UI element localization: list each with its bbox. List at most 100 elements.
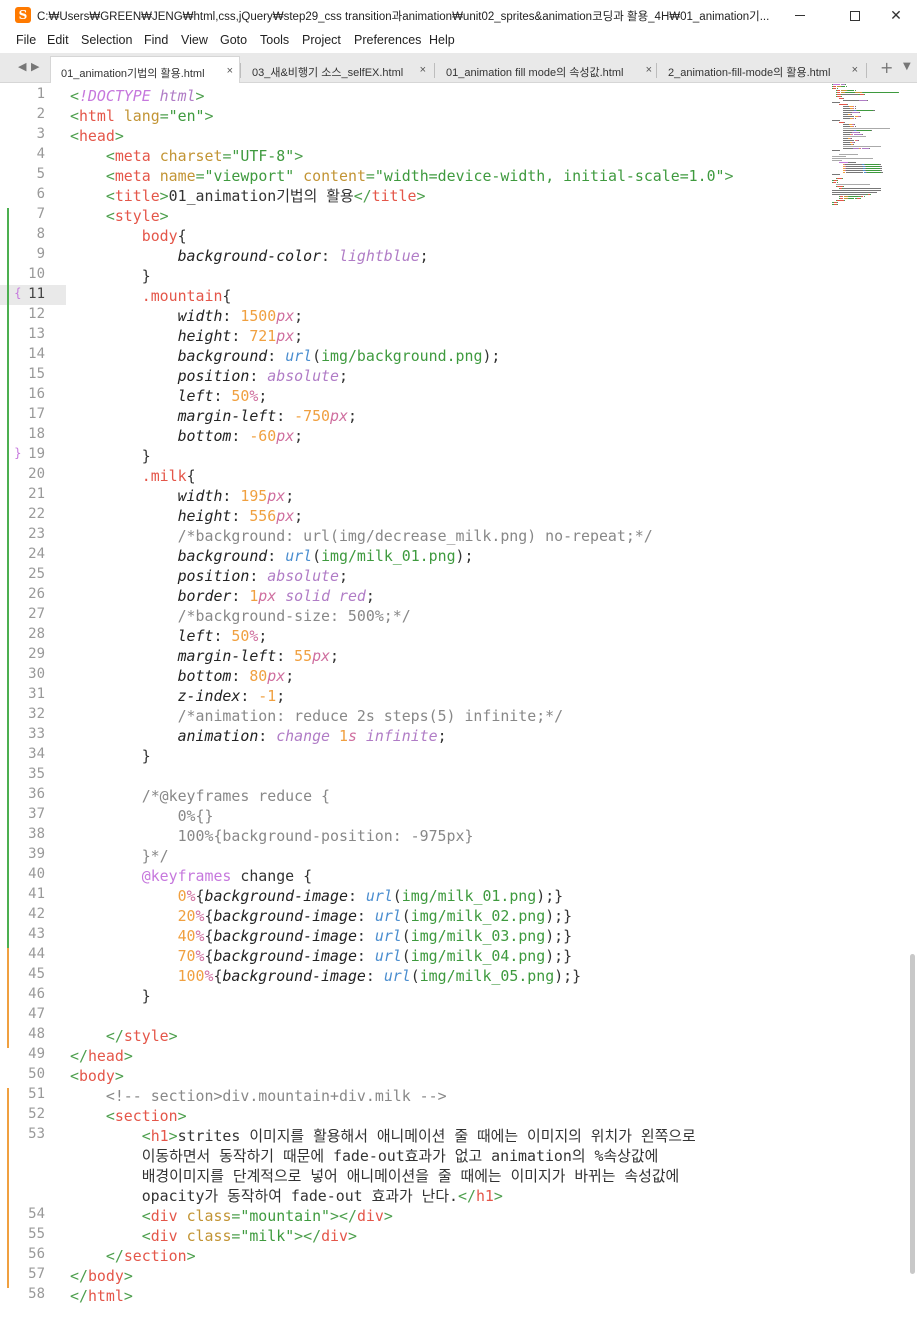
code-token: >: [416, 187, 426, 205]
code-token: position: [177, 367, 250, 385]
line-number: 17: [28, 406, 45, 422]
code-token: ;: [294, 307, 304, 325]
menu-find[interactable]: Find: [144, 33, 168, 47]
minimap-line: [879, 166, 883, 167]
code-token: background: [177, 347, 268, 365]
minimap-line: [844, 84, 846, 85]
code-token: 721: [249, 327, 277, 345]
code-line: 0%{background-image: url(img/milk_01.png…: [70, 886, 564, 906]
code-token: section: [114, 1107, 178, 1125]
tab-4[interactable]: 2_animation-fill-mode의 활용.html ×: [658, 56, 864, 83]
line-number-gutter: 1 2 3 4 5 6 7 8 9 10 11 12 13 14 15 16 17 18 19 20 21 22 23 24 2…: [0, 84, 66, 1319]
code-token: 195: [240, 487, 268, 505]
tab-menu-icon[interactable]: ▼: [903, 61, 911, 72]
close-button[interactable]: ✕: [873, 0, 917, 31]
minimap-line: [840, 198, 843, 199]
tab-3[interactable]: 01_animation fill mode의 속성값.html ×: [436, 56, 658, 83]
minimap-line: [880, 172, 884, 173]
line-number: 48: [28, 1026, 45, 1042]
line-number: 16: [28, 386, 45, 402]
line-number: 57: [28, 1266, 45, 1282]
code-line: <!-- section>div.mountain+div.milk -->: [70, 1086, 447, 1106]
code-token: <: [70, 87, 79, 105]
code-token: 1: [249, 587, 259, 605]
code-token: );}: [536, 887, 564, 905]
line-number: 47: [28, 1006, 45, 1022]
code-token: style: [123, 1027, 169, 1045]
line-number: 6: [36, 186, 45, 202]
minimize-icon: [795, 15, 805, 16]
menu-project[interactable]: Project: [302, 33, 341, 47]
menu-selection[interactable]: Selection: [81, 33, 132, 47]
menu-help[interactable]: Help: [429, 33, 455, 47]
code-editor[interactable]: 1 2 3 4 5 6 7 8 9 10 11 12 13 14 15 16 17 18 19 20 21 22 23 24 2…: [0, 84, 917, 1319]
code-line: 20%{background-image: url(img/milk_02.pn…: [70, 906, 573, 926]
menu-tools[interactable]: Tools: [260, 33, 289, 47]
minimap-line: [843, 122, 845, 123]
tab-label: 01_animation기법의 활용.html: [61, 68, 205, 80]
tab-back-icon[interactable]: ◀: [18, 60, 26, 73]
code-token: img/milk_03.png: [410, 927, 546, 945]
minimap-line: [832, 120, 841, 121]
code-line: position: absolute;: [70, 366, 348, 386]
minimize-button[interactable]: [777, 0, 823, 31]
minimap-line: [832, 192, 877, 193]
menu-preferences[interactable]: Preferences: [354, 33, 421, 47]
maximize-button[interactable]: [832, 0, 878, 31]
code-token: 배경이미지를 단계적으로 넣어 애니메이션을 줄 때에는 이미지가 바뀌는 속성…: [70, 1167, 680, 1185]
menu-view[interactable]: View: [181, 33, 208, 47]
line-number: 20: [28, 466, 45, 482]
code-token: head: [87, 1047, 124, 1065]
code-token: %: [195, 907, 205, 925]
minimap-line: [851, 112, 859, 113]
menu-goto[interactable]: Goto: [220, 33, 247, 47]
code-token: <: [105, 167, 115, 185]
tab-close-icon[interactable]: ×: [420, 64, 426, 76]
menu-edit[interactable]: Edit: [47, 33, 69, 47]
add-tab-icon[interactable]: +: [880, 58, 893, 77]
tab-close-icon[interactable]: ×: [852, 64, 858, 76]
bracket-open-marker-icon: {: [14, 286, 22, 300]
code-token: url: [374, 947, 402, 965]
code-line: left: 50%;: [70, 626, 268, 646]
code-line: </html>: [70, 1286, 133, 1306]
code-token: "viewport": [204, 167, 295, 185]
code-token: lang: [123, 107, 160, 125]
tab-1[interactable]: 01_animation기법의 활용.html ×: [50, 56, 240, 83]
code-token: px: [276, 507, 295, 525]
code-token: ;: [258, 627, 268, 645]
code-line: .milk{: [70, 466, 196, 486]
tab-close-icon[interactable]: ×: [227, 65, 233, 77]
code-token: "width=device-width, initial-scale=1.0": [374, 167, 725, 185]
tab-close-icon[interactable]: ×: [646, 64, 652, 76]
code-token: </: [105, 1027, 124, 1045]
vertical-scrollbar[interactable]: [910, 954, 915, 1274]
code-line: <div class="milk"></div>: [70, 1226, 357, 1246]
minimap-line: [839, 104, 848, 105]
code-token: <: [105, 147, 115, 165]
menu-file[interactable]: File: [16, 33, 36, 47]
minimap[interactable]: [832, 84, 912, 214]
code-token: >: [347, 1227, 357, 1245]
minimap-line: [832, 190, 881, 191]
tab-forward-icon[interactable]: ▶: [31, 60, 39, 73]
tab-2[interactable]: 03_새&비행기 소스_selfEX.html ×: [242, 56, 432, 83]
code-line: opacity가 동작하여 fade-out 효과가 난다.</h1>: [70, 1186, 503, 1206]
code-line: /*background-size: 500%;*/: [70, 606, 411, 626]
minimap-line: [841, 94, 859, 95]
code-token: img/background.png: [321, 347, 483, 365]
code-token: {: [177, 227, 187, 245]
code-line: }: [70, 266, 151, 286]
code-token: section: [123, 1247, 187, 1265]
code-token: div: [150, 1227, 178, 1245]
